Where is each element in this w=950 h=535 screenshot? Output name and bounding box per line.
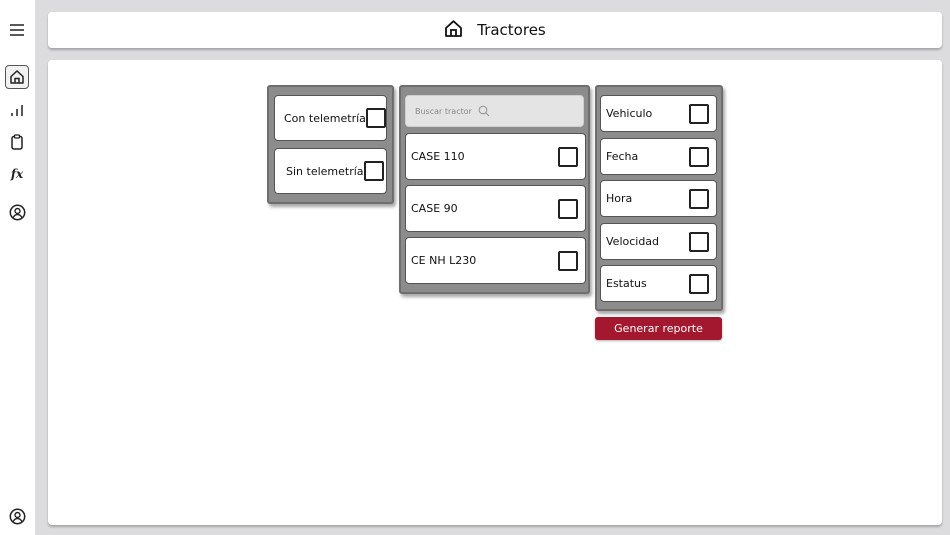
user-icon-bottom[interactable] [5, 504, 29, 528]
telemetry-filter-panel: Con telemetría Sin telemetría [267, 85, 394, 204]
checkbox[interactable] [363, 161, 384, 181]
search-input[interactable]: Buscar tractor [405, 95, 584, 127]
checkbox[interactable] [558, 250, 578, 271]
list-item[interactable]: CASE 90 [405, 185, 586, 232]
field-option-velocidad[interactable]: Velocidad [600, 223, 717, 260]
generate-report-button[interactable]: Generar reporte [595, 317, 722, 340]
home-icon [444, 19, 463, 42]
checkbox[interactable] [558, 198, 578, 219]
checkbox[interactable] [689, 188, 709, 209]
field-label: Fecha [606, 150, 639, 163]
field-option-vehiculo[interactable]: Vehiculo [600, 95, 717, 132]
checkbox[interactable] [689, 103, 709, 124]
field-option-estatus[interactable]: Estatus [600, 265, 717, 302]
fx-label: fx [10, 167, 24, 181]
field-label: Estatus [606, 277, 647, 290]
chart-icon[interactable] [5, 98, 29, 122]
checkbox[interactable] [689, 146, 709, 167]
fx-icon[interactable]: fx [5, 162, 29, 186]
field-option-fecha[interactable]: Fecha [600, 138, 717, 175]
list-item[interactable]: CASE 110 [405, 133, 586, 180]
report-fields-panel: Vehiculo Fecha Hora Velocidad Estatus [595, 85, 723, 311]
list-item[interactable]: CE NH L230 [405, 237, 586, 284]
user-icon[interactable] [5, 200, 29, 224]
telemetry-option-without[interactable]: Sin telemetría [274, 148, 387, 194]
home-icon[interactable] [5, 65, 29, 89]
checkbox[interactable] [689, 273, 709, 294]
page-header: Tractores [48, 12, 942, 48]
field-option-hora[interactable]: Hora [600, 180, 717, 217]
telemetry-option-with[interactable]: Con telemetría [274, 95, 387, 141]
checkbox[interactable] [558, 146, 578, 167]
field-label: Vehiculo [606, 107, 653, 120]
search-placeholder: Buscar tractor [415, 106, 472, 116]
checkbox[interactable] [365, 108, 386, 128]
option-label: Sin telemetría [286, 164, 364, 178]
tractor-label: CASE 110 [411, 150, 465, 163]
tractor-label: CE NH L230 [411, 254, 477, 267]
field-label: Hora [606, 192, 633, 205]
menu-icon[interactable] [5, 18, 29, 42]
option-label: Con telemetría [284, 111, 366, 125]
tractor-list-panel: Buscar tractor CASE 110 CASE 90 CE NH L2… [399, 85, 590, 294]
search-icon [478, 102, 490, 121]
tractor-label: CASE 90 [411, 202, 458, 215]
field-label: Velocidad [606, 235, 660, 248]
nav-rail: fx [0, 0, 35, 535]
clipboard-icon[interactable] [5, 130, 29, 154]
checkbox[interactable] [689, 231, 709, 252]
page-title: Tractores [477, 21, 546, 39]
